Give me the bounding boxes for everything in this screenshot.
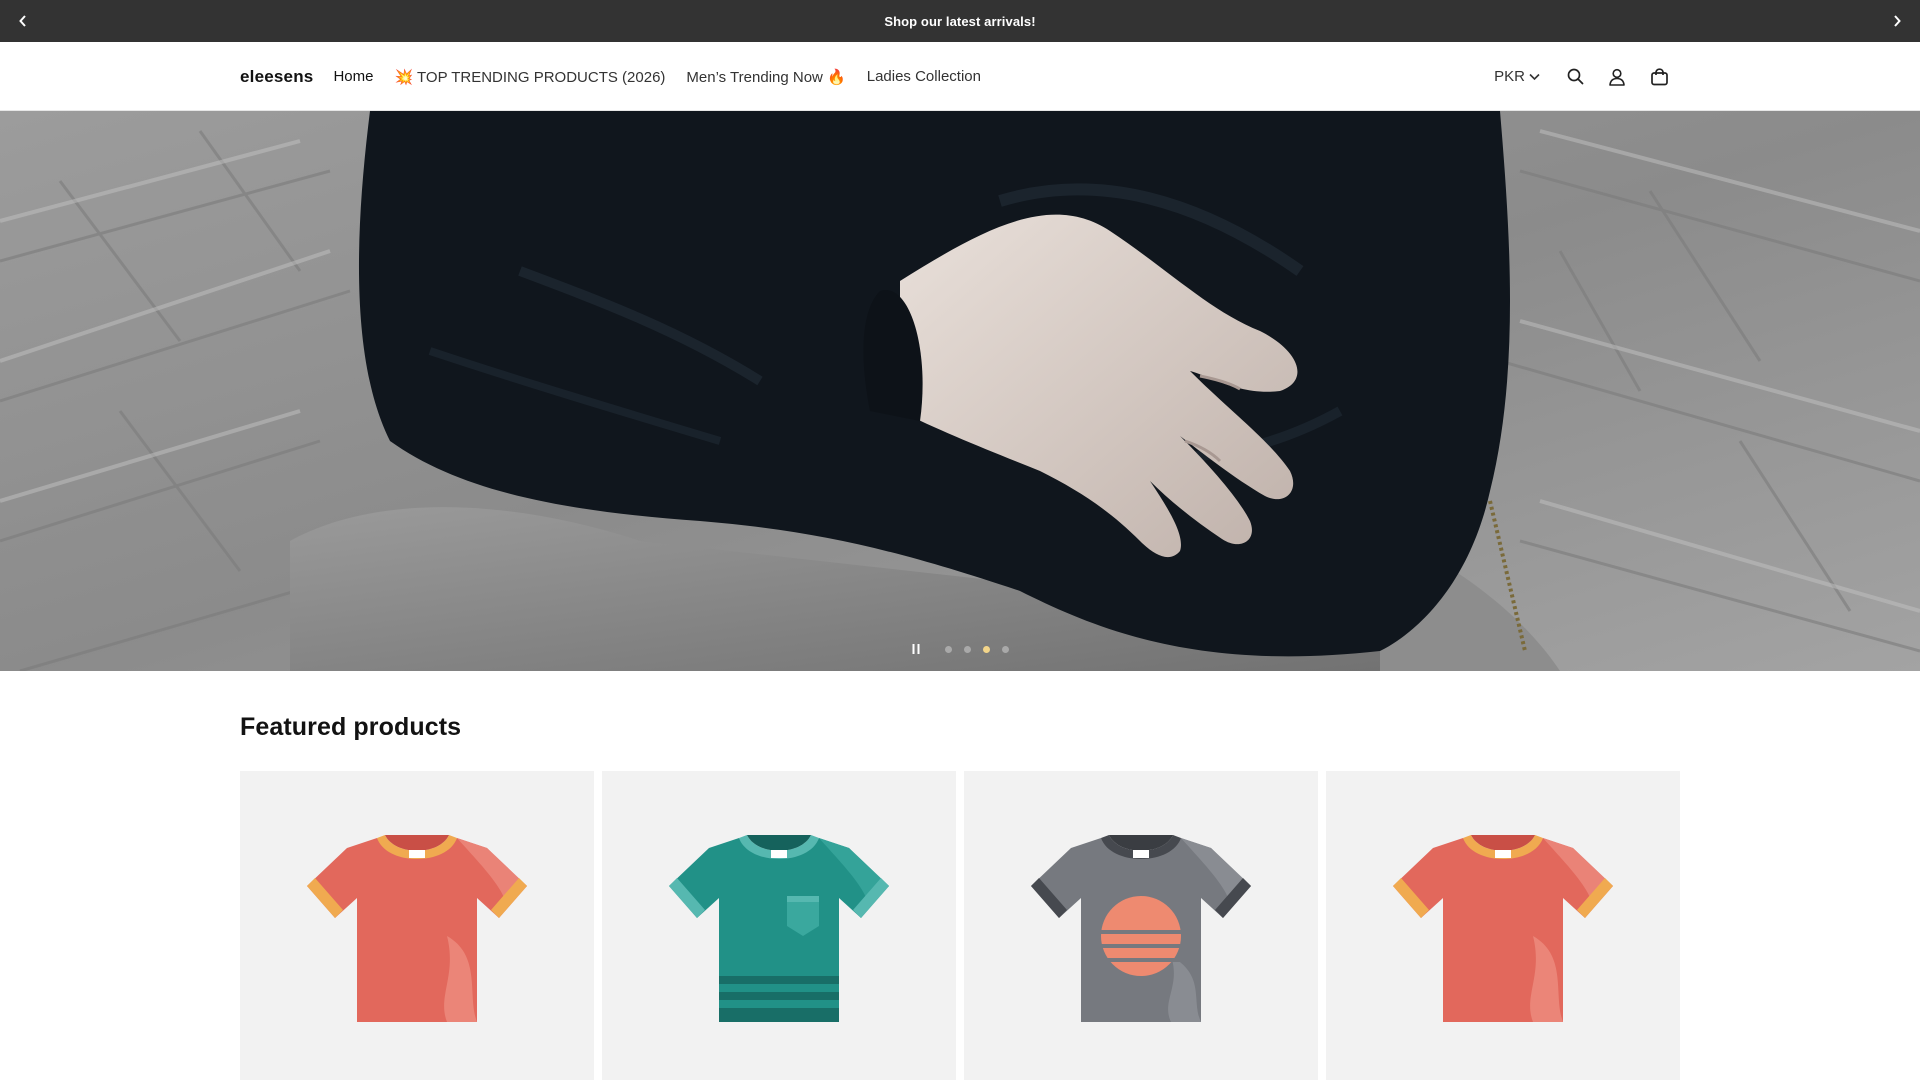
hero-image (0, 111, 1920, 671)
announcement-next-button[interactable] (1876, 0, 1918, 42)
cart-icon (1650, 67, 1668, 85)
search-button[interactable] (1554, 56, 1596, 98)
site-header: eleesens Home 💥 TOP TRENDING PRODUCTS (2… (0, 42, 1920, 111)
featured-products-title: Featured products (240, 713, 462, 741)
account-button[interactable] (1596, 56, 1638, 98)
nav-item-top-trending[interactable]: 💥 TOP TRENDING PRODUCTS (2026) (394, 68, 665, 86)
chevron-down-icon (1529, 73, 1540, 80)
announcement-prev-button[interactable] (2, 0, 44, 42)
orange-tshirt-image (307, 834, 527, 1022)
slideshow-controls (0, 638, 1920, 660)
slideshow-dot-1[interactable] (945, 645, 952, 653)
store-logo[interactable]: eleesens (240, 67, 313, 87)
chevron-left-icon (19, 15, 26, 27)
product-card[interactable] (602, 771, 956, 1080)
orange-tshirt-image (1393, 834, 1613, 1022)
product-card[interactable] (1326, 771, 1680, 1080)
slideshow-dot-4[interactable] (1002, 645, 1009, 653)
product-card[interactable] (240, 771, 594, 1080)
account-icon (1609, 68, 1625, 86)
nav-item-home[interactable]: Home (333, 68, 373, 85)
chevron-right-icon (1894, 15, 1901, 27)
main-nav: Home 💥 TOP TRENDING PRODUCTS (2026) Men’… (333, 68, 1002, 86)
cart-button[interactable] (1638, 56, 1680, 98)
currency-selector[interactable]: PKR (1494, 68, 1540, 85)
currency-label: PKR (1494, 68, 1525, 85)
pause-icon (912, 644, 920, 654)
product-grid (240, 771, 1680, 1080)
nav-item-mens-trending[interactable]: Men’s Trending Now 🔥 (686, 68, 845, 86)
teal-pocket-striped-tshirt-image (669, 834, 889, 1022)
slideshow-dots (939, 645, 1015, 653)
slideshow-dot-3[interactable] (983, 645, 990, 653)
grey-sunset-tshirt-image (1031, 834, 1251, 1022)
product-card[interactable] (964, 771, 1318, 1080)
search-icon (1567, 68, 1583, 85)
announcement-text: Shop our latest arrivals! (884, 13, 1036, 29)
hero-slideshow (0, 111, 1920, 671)
nav-item-ladies-collection[interactable]: Ladies Collection (867, 68, 981, 85)
announcement-bar: Shop our latest arrivals! (0, 0, 1920, 42)
slideshow-pause-button[interactable] (905, 638, 927, 660)
slideshow-dot-2[interactable] (964, 645, 971, 653)
